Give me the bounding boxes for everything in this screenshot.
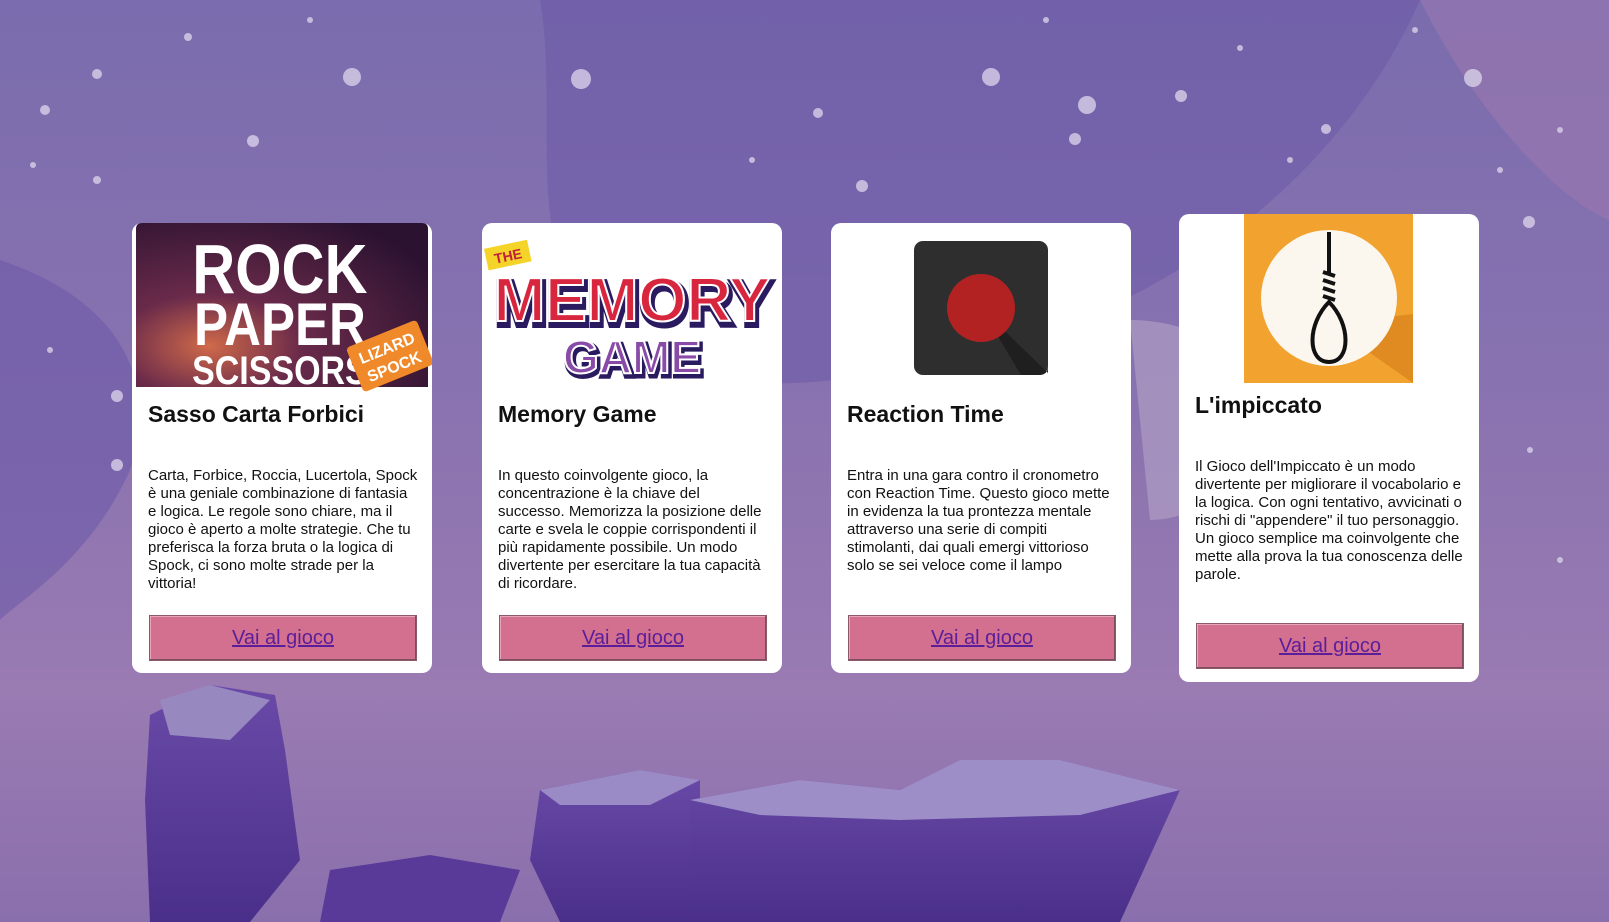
game-card-hangman: L'impiccato Il Gioco dell'Impiccato è un… bbox=[1179, 214, 1479, 682]
game-title: Memory Game bbox=[498, 401, 657, 427]
game-description: Il Gioco dell'Impiccato è un modo divert… bbox=[1195, 458, 1463, 583]
game-title: Sasso Carta Forbici bbox=[148, 401, 365, 427]
memory-word-memory-front: MEMORY bbox=[494, 266, 771, 335]
game-card-reaction-time: Reaction Time Entra in una gara contro i… bbox=[831, 223, 1131, 673]
play-button-hangman[interactable]: Vai al gioco bbox=[1196, 623, 1464, 669]
memory-game-logo: THE MEMORY MEMORY GAME GAME bbox=[483, 239, 775, 389]
game-card-rock-paper-scissors: ROCK PAPER SCISSORS LIZARD SPOCK Sasso C… bbox=[132, 223, 432, 673]
record-button-icon bbox=[914, 241, 1048, 375]
play-button-rock-paper-scissors[interactable]: Vai al gioco bbox=[149, 615, 417, 661]
game-description: Carta, Forbice, Roccia, Lucertola, Spock… bbox=[148, 467, 418, 592]
memory-word-game: GAME bbox=[563, 331, 701, 383]
play-button-reaction-time[interactable]: Vai al gioco bbox=[848, 615, 1116, 661]
noose-icon bbox=[1244, 214, 1413, 383]
play-button-memory[interactable]: Vai al gioco bbox=[499, 615, 767, 661]
game-description: Entra in una gara contro il cronometro c… bbox=[847, 467, 1110, 574]
game-title: Reaction Time bbox=[847, 401, 1004, 427]
game-card-memory: THE MEMORY MEMORY GAME GAME Memory Game … bbox=[482, 223, 782, 673]
rps-line-scissors: SCISSORS bbox=[192, 347, 368, 392]
game-title: L'impiccato bbox=[1195, 392, 1322, 418]
game-description: In questo coinvolgente gioco, la concent… bbox=[498, 467, 762, 592]
rock-paper-scissors-logo: ROCK PAPER SCISSORS LIZARD SPOCK bbox=[136, 223, 432, 393]
